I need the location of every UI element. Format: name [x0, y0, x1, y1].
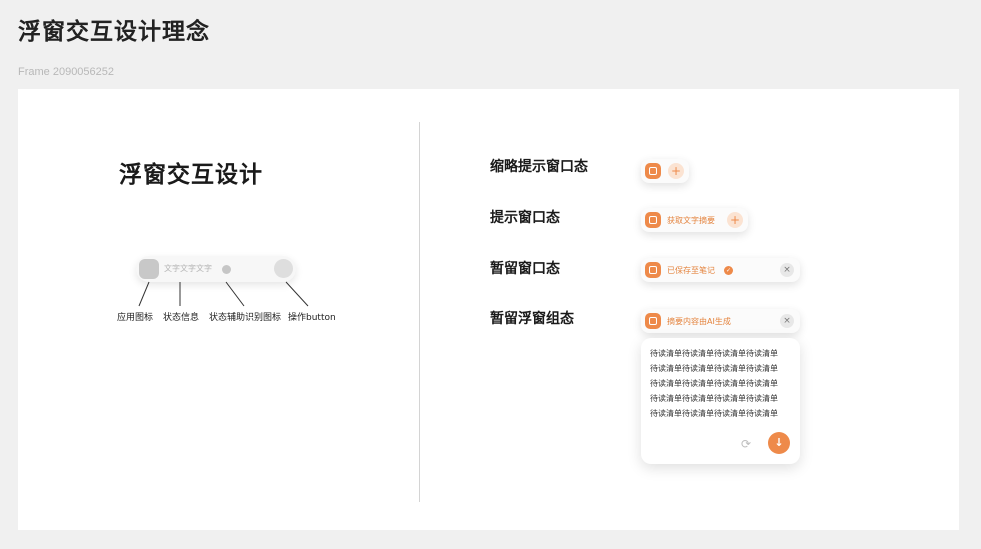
panel-text-line: 待读清单待读清单待读清单待读清单: [650, 409, 778, 418]
refresh-icon[interactable]: ⟳: [739, 437, 753, 451]
app-icon[interactable]: [645, 163, 661, 179]
callout-status-info: 状态信息: [163, 313, 200, 323]
panel-text-line: 待读清单待读清单待读清单待读清单: [650, 349, 778, 358]
panel-text-line: 待读清单待读清单待读清单待读清单: [650, 394, 778, 403]
panel-text-line: 待读清单待读清单待读清单待读清单: [650, 379, 778, 388]
plus-icon[interactable]: +: [727, 212, 743, 228]
prompt-text[interactable]: 获取文字摘要: [667, 215, 715, 226]
app-icon[interactable]: [645, 262, 661, 278]
app-icon[interactable]: [645, 313, 661, 329]
float-prompt[interactable]: 获取文字摘要 +: [641, 208, 748, 232]
close-icon[interactable]: ×: [780, 263, 794, 277]
divider: [419, 122, 420, 502]
callout-status-icon: 状态辅助识别图标: [209, 313, 282, 323]
app-icon[interactable]: [645, 212, 661, 228]
callout-lines: [138, 281, 309, 307]
design-canvas: 浮窗交互设计 文字文字文字 应用图标 状态信息 状态辅助识别图标 操作butto…: [18, 89, 959, 530]
float-persist-group[interactable]: 摘要内容由AI生成 ×: [641, 309, 800, 333]
download-icon[interactable]: ↓: [768, 432, 790, 454]
close-icon[interactable]: ×: [780, 314, 794, 328]
saved-text: 已保存至笔记: [667, 266, 715, 275]
float-thumbnail[interactable]: +: [641, 159, 689, 183]
frame-label: Frame 2090056252: [18, 66, 115, 78]
page-title: 浮窗交互设计理念: [18, 19, 210, 45]
callout-action-button: 操作button: [288, 313, 336, 323]
callout-app-icon: 应用图标: [117, 313, 154, 323]
summary-panel: 待读清单待读清单待读清单待读清单 待读清单待读清单待读清单待读清单 待读清单待读…: [641, 338, 800, 464]
ai-notice-text: 摘要内容由AI生成: [667, 317, 731, 326]
state-label-prompt: 提示窗口态: [490, 210, 560, 226]
state-label-persist: 暂留窗口态: [490, 261, 560, 277]
panel-text-line: 待读清单待读清单待读清单待读清单: [650, 364, 778, 373]
plus-icon[interactable]: +: [668, 163, 684, 179]
float-persist[interactable]: 已保存至笔记 ✓ ×: [641, 258, 800, 282]
state-label-thumbnail: 缩略提示窗口态: [490, 159, 588, 175]
check-icon: ✓: [724, 266, 733, 275]
state-label-persist-group: 暂留浮窗组态: [490, 311, 574, 327]
